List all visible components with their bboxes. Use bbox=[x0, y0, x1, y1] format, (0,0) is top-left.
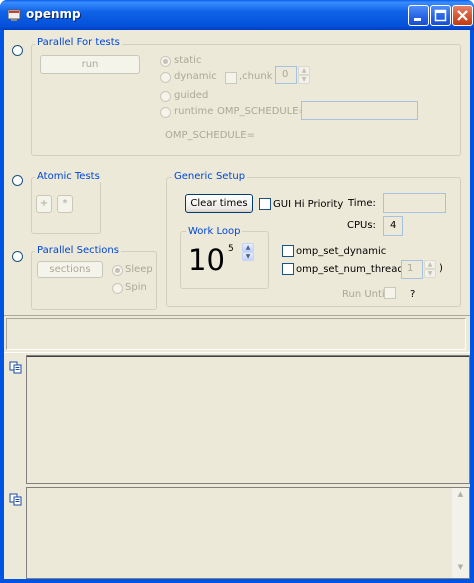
scroll-down-icon[interactable]: ▼ bbox=[454, 563, 467, 576]
copy-log-1-icon[interactable] bbox=[8, 361, 24, 376]
parallel-sections-radio[interactable] bbox=[12, 251, 23, 262]
maximize-button[interactable] bbox=[430, 5, 451, 26]
omp-set-dynamic-checkbox[interactable] bbox=[282, 245, 294, 257]
chevron-down-icon[interactable]: ▼ bbox=[242, 252, 254, 261]
num-threads-input[interactable]: 1 bbox=[401, 260, 423, 279]
sections-button[interactable]: sections bbox=[37, 261, 103, 278]
schedule-dynamic-radio[interactable] bbox=[160, 72, 171, 83]
gui-hi-priority-checkbox[interactable] bbox=[259, 198, 271, 210]
status-panel bbox=[6, 318, 466, 350]
chunk-input[interactable]: 0 bbox=[275, 66, 297, 84]
window-client: Parallel For tests run static dynamic ,c… bbox=[4, 30, 470, 579]
maximize-icon bbox=[434, 9, 447, 22]
close-icon bbox=[457, 10, 468, 21]
sections-sleep-radio[interactable] bbox=[112, 265, 123, 276]
chevron-up-icon[interactable]: ▲ bbox=[424, 260, 436, 269]
clear-times-button[interactable]: Clear times bbox=[185, 194, 253, 213]
num-threads-value: 1 bbox=[407, 263, 414, 274]
omp-schedule-input-label: OMP_SCHEDULE= bbox=[217, 106, 307, 117]
minimize-button[interactable] bbox=[408, 5, 429, 26]
atomic-plus-button[interactable]: + bbox=[36, 195, 52, 213]
chunk-checkbox[interactable] bbox=[225, 72, 237, 84]
parallel-for-label: Parallel For tests bbox=[35, 37, 122, 48]
omp-set-num-threads-checkbox[interactable] bbox=[282, 263, 294, 275]
cpus-label: CPUs: bbox=[347, 220, 376, 231]
work-loop-spinner[interactable]: ▲ ▼ bbox=[242, 243, 254, 261]
log-pane-2[interactable]: ▲ ▼ bbox=[26, 487, 470, 579]
run-button[interactable]: run bbox=[40, 55, 140, 74]
omp-set-num-threads-label: omp_set_num_threads( bbox=[296, 264, 413, 275]
schedule-guided-label: guided bbox=[174, 90, 209, 101]
log-pane-1[interactable] bbox=[26, 355, 470, 484]
cpus-field: 4 bbox=[383, 216, 403, 236]
parallel-sections-group bbox=[31, 251, 157, 310]
cpus-value: 4 bbox=[390, 220, 397, 231]
chunk-value: 0 bbox=[282, 69, 289, 80]
chevron-down-icon[interactable]: ▼ bbox=[298, 75, 310, 84]
window-title: openmp bbox=[26, 7, 81, 21]
atomic-tests-radio[interactable] bbox=[12, 175, 23, 186]
num-threads-spinner[interactable]: ▲ ▼ bbox=[424, 260, 436, 278]
app-icon bbox=[7, 9, 21, 21]
copy-log-2-icon[interactable] bbox=[8, 493, 24, 508]
parallel-for-radio[interactable] bbox=[12, 45, 23, 56]
omp-set-dynamic-label: omp_set_dynamic bbox=[296, 246, 387, 257]
question-label: ? bbox=[410, 289, 416, 300]
chevron-up-icon[interactable]: ▲ bbox=[298, 66, 310, 75]
atomic-times-button[interactable]: * bbox=[57, 195, 73, 213]
chunk-label: ,chunk bbox=[239, 71, 273, 82]
chevron-up-icon[interactable]: ▲ bbox=[242, 243, 254, 252]
time-label: Time: bbox=[348, 198, 376, 209]
schedule-guided-radio[interactable] bbox=[160, 91, 171, 102]
omp-schedule-input[interactable] bbox=[301, 101, 418, 120]
schedule-static-radio[interactable] bbox=[160, 56, 171, 67]
gui-hi-priority-label: GUI Hi Priority bbox=[273, 199, 344, 210]
run-until-checkbox[interactable] bbox=[384, 287, 396, 299]
omp-schedule-status: OMP_SCHEDULE= bbox=[165, 130, 255, 141]
parallel-sections-label: Parallel Sections bbox=[35, 245, 121, 256]
work-loop-label: Work Loop bbox=[186, 226, 243, 237]
work-loop-base: 10 bbox=[188, 243, 225, 277]
schedule-dynamic-label: dynamic bbox=[174, 71, 217, 82]
chunk-spinner[interactable]: ▲ ▼ bbox=[298, 66, 310, 84]
num-threads-close-paren: ) bbox=[439, 263, 443, 274]
run-until-label: Run Until bbox=[342, 289, 388, 300]
log-2-scrollbar[interactable]: ▲ ▼ bbox=[452, 488, 469, 578]
minimize-icon bbox=[414, 18, 421, 21]
schedule-static-label: static bbox=[174, 55, 202, 66]
work-loop-exponent: 5 bbox=[228, 244, 234, 254]
sections-spin-radio[interactable] bbox=[112, 283, 123, 294]
close-button[interactable] bbox=[452, 5, 473, 26]
sections-sleep-label: Sleep bbox=[125, 264, 153, 275]
atomic-tests-label: Atomic Tests bbox=[35, 171, 102, 182]
scroll-up-icon[interactable]: ▲ bbox=[454, 490, 467, 503]
time-field bbox=[383, 193, 446, 213]
sections-spin-label: Spin bbox=[125, 282, 147, 293]
title-bar[interactable]: openmp bbox=[0, 0, 474, 30]
status-strip bbox=[4, 315, 470, 353]
generic-setup-label: Generic Setup bbox=[172, 171, 248, 182]
chevron-down-icon[interactable]: ▼ bbox=[424, 269, 436, 278]
schedule-runtime-radio[interactable] bbox=[160, 107, 171, 118]
schedule-runtime-label: runtime bbox=[174, 106, 214, 117]
